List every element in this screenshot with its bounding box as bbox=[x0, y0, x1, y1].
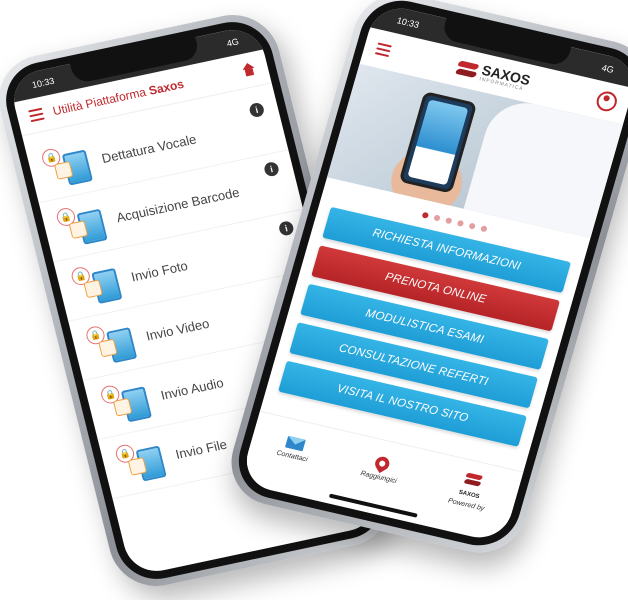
status-time: 10:33 bbox=[30, 75, 56, 91]
nav-powered-by[interactable]: SAXOS Powered by bbox=[447, 466, 494, 512]
nav-label: Contattaci bbox=[275, 449, 309, 464]
carousel-dot[interactable] bbox=[445, 217, 453, 225]
hamburger-menu-icon[interactable] bbox=[374, 42, 392, 58]
tablet-icon bbox=[91, 267, 123, 304]
status-network: 4G bbox=[600, 62, 616, 75]
feature-icon: 🔒 bbox=[69, 259, 127, 308]
saxos-logo-icon bbox=[464, 470, 484, 487]
status-network: 4G bbox=[225, 36, 240, 49]
mail-icon bbox=[285, 435, 307, 451]
user-icon[interactable] bbox=[594, 89, 620, 114]
carousel-dot[interactable] bbox=[433, 214, 441, 222]
feature-icon: 🔒 bbox=[99, 378, 156, 427]
carousel-dot[interactable] bbox=[421, 211, 430, 219]
status-time: 10:33 bbox=[395, 15, 421, 31]
item-label: Invio Foto bbox=[129, 257, 190, 284]
feature-icon: 🔒 bbox=[84, 318, 142, 367]
tablet-icon bbox=[106, 327, 138, 364]
feature-icon: 🔒 bbox=[40, 141, 97, 190]
title-brand: Saxos bbox=[147, 76, 186, 98]
nav-contacts[interactable]: Contattaci bbox=[276, 434, 313, 463]
carousel-dot[interactable] bbox=[468, 222, 476, 230]
tablet-icon bbox=[135, 445, 167, 482]
hero-phone-graphic bbox=[398, 91, 478, 194]
tablet-icon bbox=[76, 208, 108, 245]
nav-label: Powered by bbox=[447, 497, 486, 513]
map-pin-icon bbox=[372, 453, 393, 473]
nav-reach[interactable]: Raggiungici bbox=[360, 452, 403, 485]
carousel-dot[interactable] bbox=[456, 219, 465, 227]
feature-icon: 🔒 bbox=[54, 200, 112, 249]
carousel-dot[interactable] bbox=[480, 225, 488, 233]
item-label: Dettatura Vocale bbox=[100, 130, 198, 166]
item-label: Acquisizione Barcode bbox=[114, 184, 241, 225]
home-icon[interactable] bbox=[240, 62, 257, 78]
feature-icon: 🔒 bbox=[114, 437, 171, 486]
powered-brand: SAXOS bbox=[458, 489, 481, 500]
tablet-icon bbox=[120, 386, 153, 423]
tablet-icon bbox=[61, 149, 93, 186]
hamburger-menu-icon[interactable] bbox=[28, 107, 45, 123]
saxos-logo-icon bbox=[455, 58, 479, 80]
